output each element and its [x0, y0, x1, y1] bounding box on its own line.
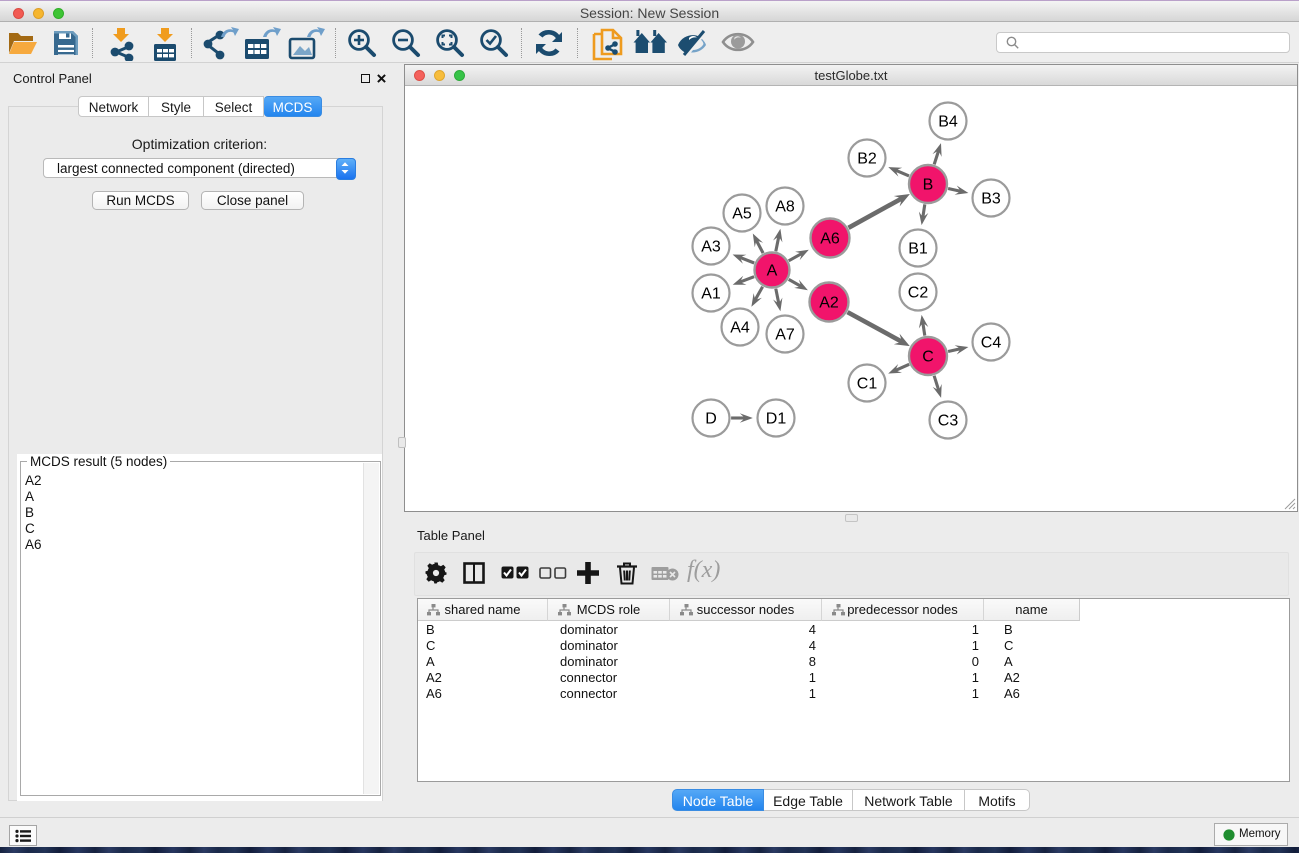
svg-text:C1: C1 — [857, 376, 878, 393]
svg-text:C3: C3 — [938, 413, 959, 430]
svg-text:A: A — [767, 263, 778, 280]
svg-text:B1: B1 — [908, 241, 928, 258]
svg-text:A5: A5 — [732, 206, 752, 223]
svg-text:A4: A4 — [730, 320, 750, 337]
svg-text:A3: A3 — [701, 239, 721, 256]
svg-text:A1: A1 — [701, 286, 721, 303]
svg-text:B4: B4 — [938, 114, 958, 131]
svg-text:A7: A7 — [775, 327, 795, 344]
svg-text:A2: A2 — [819, 295, 839, 312]
svg-text:A8: A8 — [775, 199, 795, 216]
svg-text:B: B — [923, 177, 934, 194]
svg-text:C: C — [922, 349, 934, 366]
svg-text:C4: C4 — [981, 335, 1002, 352]
svg-text:D: D — [705, 411, 717, 428]
svg-text:D1: D1 — [766, 411, 787, 428]
svg-text:B3: B3 — [981, 191, 1001, 208]
svg-text:B2: B2 — [857, 151, 877, 168]
svg-text:A6: A6 — [820, 231, 840, 248]
svg-text:C2: C2 — [908, 285, 929, 302]
